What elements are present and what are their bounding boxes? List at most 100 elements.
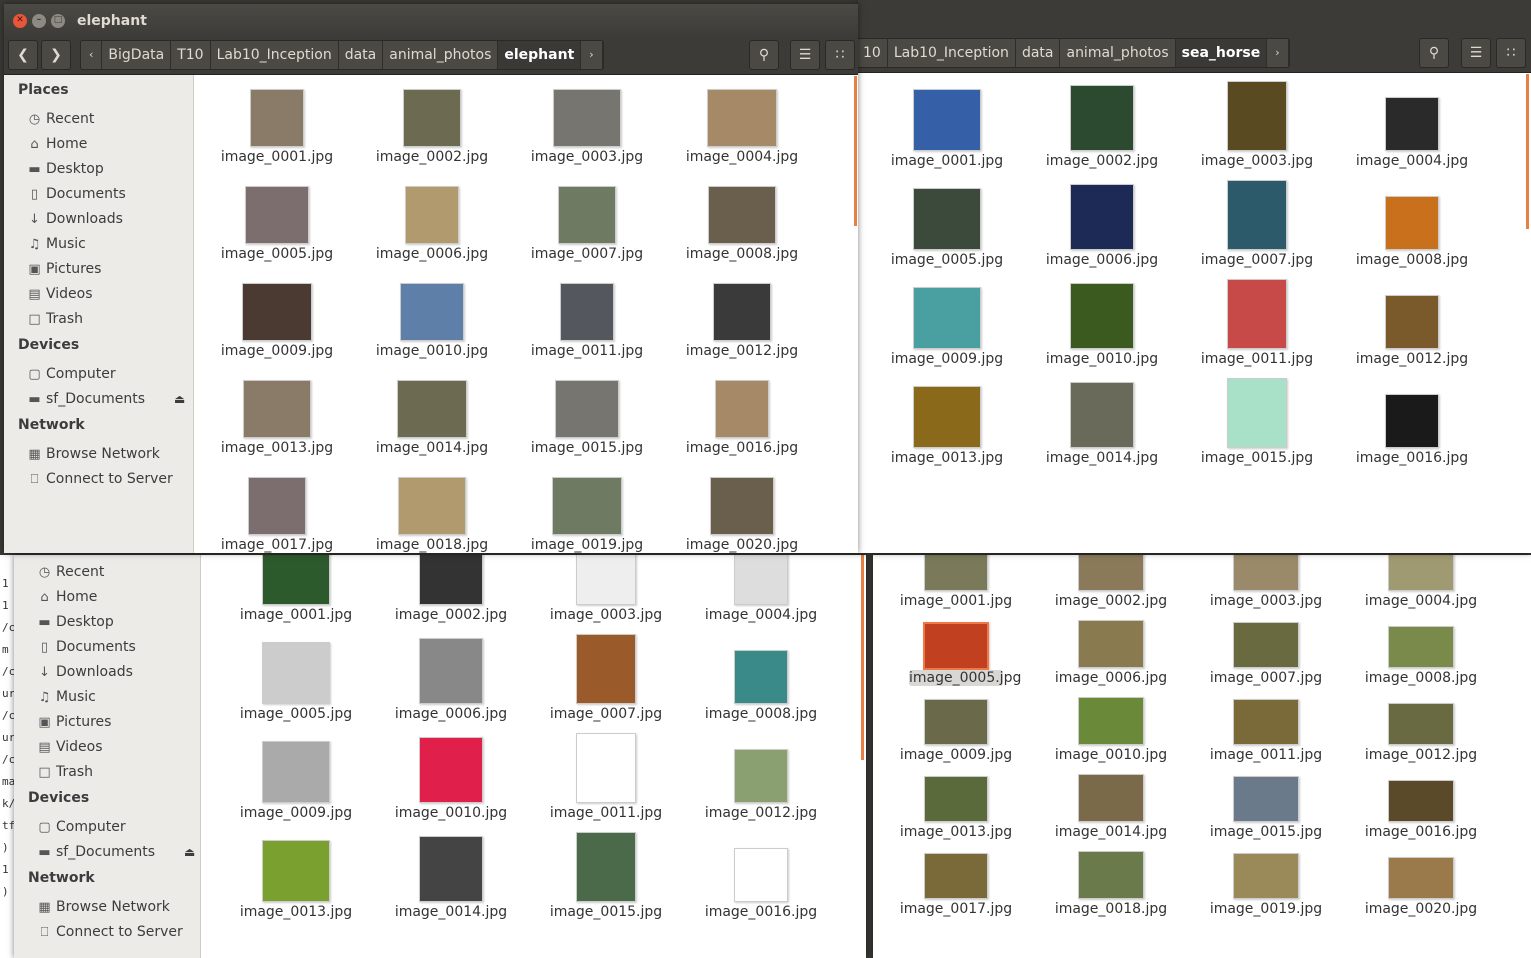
breadcrumb-lab10-inception[interactable]: Lab10_Inception xyxy=(211,41,339,69)
elephant-scrollbar[interactable] xyxy=(854,76,857,226)
file-item[interactable]: image_0001.jpg xyxy=(872,83,1022,173)
file-item[interactable]: image_0004.jpg xyxy=(1337,83,1487,173)
file-item[interactable]: image_0002.jpg xyxy=(1027,83,1177,173)
sidebar-item-downloads[interactable]: ↓ Downloads xyxy=(26,209,123,229)
list-view-button[interactable]: ☰ xyxy=(1461,38,1491,68)
file-item[interactable]: image_0016.jpg xyxy=(1337,380,1487,470)
sidebar-item-connect-to-server[interactable]: ⎕ Connect to Server xyxy=(36,922,183,942)
breadcrumb-scroll-right[interactable]: › xyxy=(1267,39,1289,67)
breadcrumb-elephant[interactable]: elephant xyxy=(498,41,582,69)
file-item[interactable]: image_0009.jpg xyxy=(872,281,1022,371)
breadcrumb-animal-photos[interactable]: animal_photos xyxy=(1060,39,1176,67)
minimize-button[interactable]: – xyxy=(32,14,46,28)
file-item[interactable]: image_0006.jpg xyxy=(1027,182,1177,272)
file-item[interactable]: image_0010.jpg xyxy=(357,279,507,369)
grid-view-button[interactable]: ∷ xyxy=(1496,38,1526,68)
sidebar-item-browse-network[interactable]: ▦ Browse Network xyxy=(36,897,170,917)
sidebar-item-desktop[interactable]: ▬ Desktop xyxy=(36,612,113,632)
sidebar-item-sf-documents[interactable]: ▬ sf_Documents ⏏ xyxy=(36,842,195,862)
file-item[interactable]: image_0004.jpg xyxy=(667,85,817,175)
file-item[interactable]: image_0019.jpg xyxy=(512,473,662,553)
eject-icon[interactable]: ⏏ xyxy=(184,842,195,862)
breadcrumb-bigdata[interactable]: BigData xyxy=(102,41,172,69)
file-item[interactable]: image_0013.jpg xyxy=(872,380,1022,470)
file-item[interactable]: image_0018.jpg xyxy=(1036,833,1186,923)
file-item[interactable]: image_0005.jpg xyxy=(221,634,371,724)
file-item[interactable]: image_0012.jpg xyxy=(686,733,836,823)
file-item[interactable]: image_0013.jpg xyxy=(202,376,352,466)
file-item[interactable]: image_0002.jpg xyxy=(357,85,507,175)
file-item[interactable]: image_0011.jpg xyxy=(1182,279,1332,371)
file-item[interactable]: image_0009.jpg xyxy=(221,733,371,823)
file-item[interactable]: image_0005.jpg xyxy=(202,182,352,272)
close-button[interactable]: ✕ xyxy=(13,14,27,28)
file-item[interactable]: image_0013.jpg xyxy=(221,832,371,922)
file-item[interactable]: image_0007.jpg xyxy=(531,634,681,724)
sidebar-item-recent[interactable]: ◷ Recent xyxy=(26,109,95,129)
breadcrumb-scroll-right[interactable]: › xyxy=(581,41,603,69)
sidebar-item-computer[interactable]: ▢ Computer xyxy=(36,817,125,837)
file-item[interactable]: image_0007.jpg xyxy=(512,182,662,272)
sidebar-item-browse-network[interactable]: ▦ Browse Network xyxy=(26,444,160,464)
file-item[interactable]: image_0003.jpg xyxy=(1182,81,1332,173)
sidebar-item-pictures[interactable]: ▣ Pictures xyxy=(26,259,101,279)
file-item[interactable]: image_0012.jpg xyxy=(667,279,817,369)
file-item[interactable]: image_0006.jpg xyxy=(357,182,507,272)
sidebar-item-documents[interactable]: ▯ Documents xyxy=(26,184,126,204)
seahorse-scrollbar[interactable] xyxy=(1526,74,1529,229)
breadcrumb-10[interactable]: 10 xyxy=(858,39,888,67)
file-item[interactable]: image_0010.jpg xyxy=(1027,281,1177,371)
sidebar-item-desktop[interactable]: ▬ Desktop xyxy=(26,159,103,179)
file-item[interactable]: image_0015.jpg xyxy=(512,376,662,466)
file-item[interactable]: image_0008.jpg xyxy=(667,182,817,272)
sidebar-item-pictures[interactable]: ▣ Pictures xyxy=(36,712,111,732)
file-item[interactable]: image_0018.jpg xyxy=(357,473,507,553)
panda-scrollbar[interactable] xyxy=(861,555,864,760)
breadcrumb-lab10-inception[interactable]: Lab10_Inception xyxy=(888,39,1016,67)
sidebar-item-connect-to-server[interactable]: ⎕ Connect to Server xyxy=(26,469,173,489)
eject-icon[interactable]: ⏏ xyxy=(174,389,185,409)
file-item[interactable]: image_0001.jpg xyxy=(202,85,352,175)
file-item[interactable]: image_0019.jpg xyxy=(1191,833,1341,923)
breadcrumb-data[interactable]: data xyxy=(339,41,384,69)
file-item[interactable]: image_0011.jpg xyxy=(512,279,662,369)
sidebar-item-music[interactable]: ♫ Music xyxy=(26,234,86,254)
breadcrumb-scroll-left[interactable]: ‹ xyxy=(81,41,103,69)
sidebar-item-sf-documents[interactable]: ▬ sf_Documents ⏏ xyxy=(26,389,185,409)
file-item[interactable]: image_0017.jpg xyxy=(881,833,1031,923)
sidebar-item-documents[interactable]: ▯ Documents xyxy=(36,637,136,657)
file-item[interactable]: image_0010.jpg xyxy=(376,733,526,823)
file-item[interactable]: image_0009.jpg xyxy=(202,279,352,369)
file-item[interactable]: image_0003.jpg xyxy=(512,85,662,175)
file-item[interactable]: image_0006.jpg xyxy=(376,634,526,724)
sidebar-item-downloads[interactable]: ↓ Downloads xyxy=(36,662,133,682)
file-item[interactable]: image_0015.jpg xyxy=(1182,378,1332,470)
file-item[interactable]: image_0017.jpg xyxy=(202,473,352,553)
file-item[interactable]: image_0014.jpg xyxy=(1027,380,1177,470)
file-item[interactable]: image_0001.jpg xyxy=(221,555,371,625)
file-item[interactable]: image_0012.jpg xyxy=(1337,281,1487,371)
search-button[interactable]: ⚲ xyxy=(749,40,779,70)
file-item[interactable]: image_0020.jpg xyxy=(667,473,817,553)
sidebar-item-computer[interactable]: ▢ Computer xyxy=(26,364,115,384)
breadcrumb-t10[interactable]: T10 xyxy=(171,41,211,69)
file-item[interactable]: image_0011.jpg xyxy=(531,733,681,823)
sidebar-item-home[interactable]: ⌂ Home xyxy=(26,134,87,154)
file-item[interactable]: image_0002.jpg xyxy=(376,555,526,625)
sidebar-item-trash[interactable]: □ Trash xyxy=(36,762,93,782)
sidebar-item-music[interactable]: ♫ Music xyxy=(36,687,96,707)
file-item[interactable]: image_0008.jpg xyxy=(1337,182,1487,272)
file-item[interactable]: image_0005.jpg xyxy=(872,182,1022,272)
file-item[interactable]: image_0014.jpg xyxy=(376,832,526,922)
sidebar-item-trash[interactable]: □ Trash xyxy=(26,309,83,329)
file-item[interactable]: image_0007.jpg xyxy=(1182,180,1332,272)
file-item[interactable]: image_0016.jpg xyxy=(667,376,817,466)
file-item[interactable]: image_0014.jpg xyxy=(357,376,507,466)
file-item[interactable]: image_0008.jpg xyxy=(686,634,836,724)
forward-button[interactable]: ❯ xyxy=(41,40,71,70)
sidebar-item-videos[interactable]: ▤ Videos xyxy=(26,284,92,304)
file-item[interactable]: image_0015.jpg xyxy=(531,832,681,922)
list-view-button[interactable]: ☰ xyxy=(790,40,820,70)
sidebar-item-recent[interactable]: ◷ Recent xyxy=(36,562,105,582)
sidebar-item-home[interactable]: ⌂ Home xyxy=(36,587,97,607)
